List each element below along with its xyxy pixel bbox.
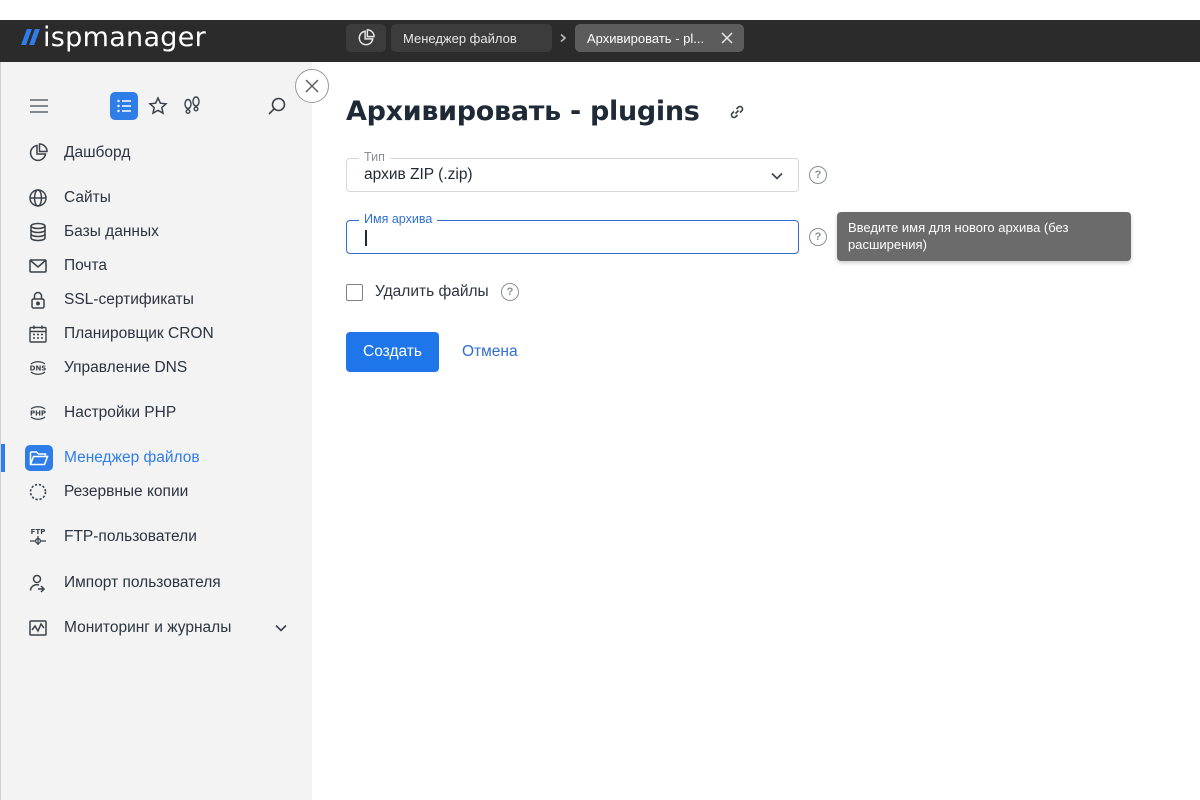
close-icon (305, 79, 319, 93)
sidebar-item-ssl[interactable]: SSL-сертификаты (1, 286, 313, 314)
page-header: Архивировать - plugins (346, 96, 748, 127)
sidebar-item-dns[interactable]: DNS Управление DNS (1, 354, 313, 382)
breadcrumb-separator (556, 24, 570, 52)
sidebar-item-label: Почта (64, 257, 108, 274)
menu-icon[interactable] (27, 94, 51, 118)
sidebar-item-label: SSL-сертификаты (64, 291, 194, 308)
sidebar: Дашборд Сайты Базы данных Почта SSL-серт… (0, 62, 312, 800)
svg-text:PHP: PHP (30, 410, 46, 418)
sidebar-item-label: Менеджер файлов (64, 449, 200, 466)
delete-files-label: Удалить файлы (375, 283, 489, 300)
user-import-icon (27, 572, 49, 594)
php-icon: PHP (27, 402, 49, 424)
breadcrumb-file-manager[interactable]: Менеджер файлов (391, 24, 552, 52)
active-indicator (1, 444, 5, 472)
footprints-icon[interactable] (180, 94, 204, 118)
sidebar-item-mail[interactable]: Почта (1, 252, 313, 280)
sidebar-item-label: Планировщик CRON (64, 325, 214, 342)
sidebar-item-cron[interactable]: Планировщик CRON (1, 320, 313, 348)
sidebar-item-label: Настройки PHP (64, 404, 177, 421)
folder-icon (25, 445, 53, 471)
sidebar-item-file-manager[interactable]: Менеджер файлов (1, 444, 313, 472)
top-bar: ispmanager Менеджер файлов Архивировать … (0, 20, 1200, 62)
archive-name-input[interactable]: Имя архива (346, 212, 799, 254)
archive-type-select[interactable]: Тип архив ZIP (.zip) (346, 150, 799, 192)
sidebar-item-label: Управление DNS (64, 359, 188, 376)
calendar-icon (27, 323, 49, 345)
tooltip: Введите имя для нового архива (без расши… (837, 212, 1131, 261)
sidebar-item-databases[interactable]: Базы данных (1, 218, 313, 246)
sidebar-item-label: FTP-пользователи (64, 528, 197, 545)
star-icon[interactable] (146, 94, 170, 118)
database-icon (27, 221, 49, 243)
page-title: Архивировать - plugins (346, 96, 700, 127)
logo[interactable]: ispmanager (21, 21, 207, 53)
delete-files-checkbox[interactable] (346, 283, 363, 301)
archive-name-label: Имя архива (359, 212, 438, 226)
sidebar-item-label: Импорт пользователя (64, 574, 221, 591)
globe-icon (27, 187, 49, 209)
top-margin (0, 0, 1200, 20)
logo-text: ispmanager (43, 21, 207, 53)
sidebar-toolbar (1, 90, 313, 124)
chevron-right-icon (560, 33, 567, 43)
sidebar-item-backups[interactable]: Резервные копии (1, 478, 313, 506)
backup-icon (27, 481, 49, 503)
sidebar-item-label: Мониторинг и журналы (64, 619, 232, 636)
breadcrumb-dashboard-button[interactable] (346, 24, 386, 52)
dns-icon: DNS (27, 357, 49, 379)
sidebar-item-sites[interactable]: Сайты (1, 184, 313, 212)
link-icon[interactable] (726, 101, 748, 123)
breadcrumb-archive-tab[interactable]: Архивировать - pl... (575, 24, 744, 52)
lock-icon (27, 289, 49, 311)
close-sidebar-button[interactable] (295, 69, 329, 103)
search-icon[interactable] (265, 94, 289, 118)
archive-type-label: Тип (359, 150, 390, 164)
svg-text:FTP: FTP (31, 528, 46, 536)
sidebar-item-ftp[interactable]: FTP FTP-пользователи (1, 523, 313, 551)
sidebar-item-user-import[interactable]: Импорт пользователя (1, 569, 313, 597)
sidebar-item-label: Сайты (64, 189, 111, 206)
svg-text:DNS: DNS (30, 365, 47, 373)
sidebar-item-monitoring[interactable]: Мониторинг и журналы (1, 614, 313, 642)
dashboard-icon (358, 29, 375, 46)
help-icon[interactable]: ? (501, 283, 519, 301)
chevron-down-icon[interactable] (273, 620, 289, 636)
help-icon[interactable]: ? (809, 166, 827, 184)
sidebar-item-php[interactable]: PHP Настройки PHP (1, 399, 313, 427)
monitoring-icon (27, 617, 49, 639)
sidebar-item-label: Дашборд (64, 144, 131, 161)
archive-type-value: архив ZIP (.zip) (364, 166, 473, 183)
breadcrumb-label: Менеджер файлов (403, 30, 517, 46)
close-tab-icon[interactable] (718, 29, 736, 47)
sidebar-item-label: Базы данных (64, 223, 159, 240)
sidebar-item-label: Резервные копии (64, 483, 189, 500)
main-content: Архивировать - plugins Тип архив ZIP (.z… (312, 62, 1200, 800)
delete-files-option[interactable]: Удалить файлы (346, 282, 489, 302)
sidebar-item-dashboard[interactable]: Дашборд (1, 139, 313, 167)
text-caret (365, 230, 367, 246)
breadcrumb-label: Архивировать - pl... (587, 30, 705, 46)
dashboard-icon (27, 142, 49, 164)
list-view-icon[interactable] (110, 92, 138, 120)
help-icon[interactable]: ? (809, 228, 827, 246)
chevron-down-icon (769, 168, 785, 184)
create-button[interactable]: Создать (346, 332, 439, 372)
cancel-button[interactable]: Отмена (462, 332, 518, 372)
mail-icon (27, 255, 49, 277)
ftp-icon: FTP (27, 526, 49, 548)
logo-mark (21, 29, 40, 45)
